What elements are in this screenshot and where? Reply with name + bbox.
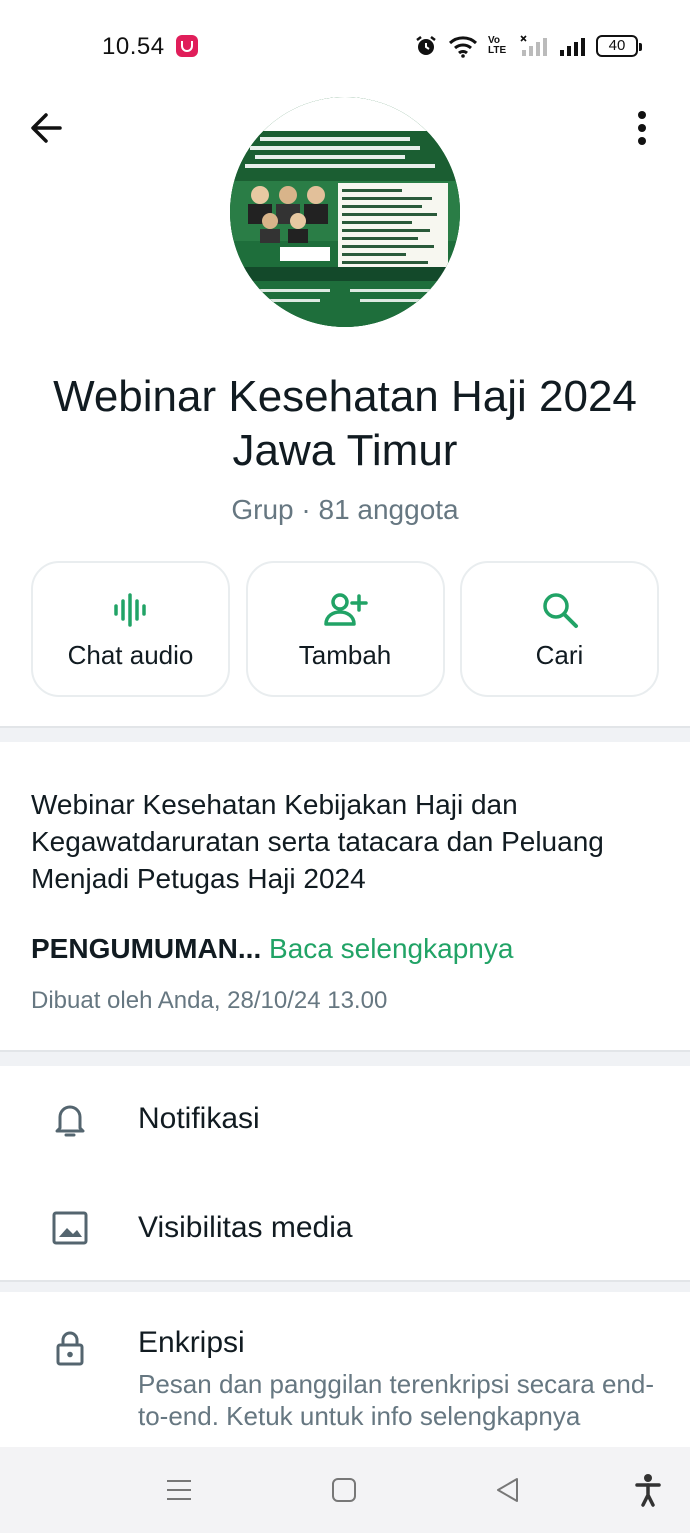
add-member-label: Tambah [298,639,392,670]
search-label: Cari [535,639,584,670]
battery-indicator: 40 [596,35,642,57]
home-icon[interactable] [331,1475,357,1505]
audio-wave-icon [113,592,146,627]
section-divider [0,1280,690,1292]
group-member-count: Grup · 81 anggota [231,494,459,525]
add-member-button[interactable]: Tambah [245,561,445,697]
section-divider [0,726,690,742]
more-options-button[interactable] [620,106,664,150]
encryption-row[interactable]: Enkripsi Pesan dan panggilan terenkripsi… [0,1292,690,1447]
group-title[interactable]: Webinar Kesehatan Haji 2024 Jawa Timur [0,370,690,478]
group-title-line2: Jawa Timur [232,426,458,475]
back-button[interactable] [26,108,66,148]
media-visibility-label: Visibilitas media [138,1211,353,1244]
encryption-description: Pesan dan panggilan terenkripsi secara e… [138,1369,655,1431]
status-icons: Vo LTE 40 [414,32,642,60]
lock-icon [56,1331,84,1366]
action-buttons: Chat audio Tambah Cari [31,561,659,697]
encryption-label: Enkripsi [138,1326,245,1359]
announcement-text: PENGUMUMAN... [31,933,262,964]
audio-chat-label: Chat audio [67,639,194,670]
notification-app-icon [176,35,198,57]
accessibility-icon[interactable] [634,1473,662,1507]
search-button[interactable]: Cari [460,561,659,697]
group-title-line1: Webinar Kesehatan Haji 2024 [53,372,637,421]
system-navigation-bar [0,1447,690,1533]
notifications-row[interactable]: Notifikasi [0,1068,690,1174]
wifi-icon [448,36,478,58]
status-time: 10.54 [102,33,165,60]
menu-icon[interactable] [166,1475,192,1505]
alarm-icon [416,36,436,55]
add-person-icon [324,592,368,626]
created-by-text: Dibuat oleh Anda, 28/10/24 13.00 [31,987,388,1014]
announcement[interactable]: PENGUMUMAN... Baca selengkapnya [31,931,513,967]
section-divider [0,1050,690,1066]
signal-weak-icon [520,35,547,56]
search-icon [542,592,578,628]
more-vertical-icon [638,111,646,145]
audio-chat-button[interactable]: Chat audio [31,561,230,697]
volte-indicator: Vo LTE [488,35,507,56]
notifications-label: Notifikasi [138,1102,260,1135]
read-more-link[interactable]: Baca selengkapnya [269,933,513,964]
image-icon [52,1211,88,1245]
bell-icon [55,1105,85,1137]
media-visibility-row[interactable]: Visibilitas media [0,1176,690,1280]
group-avatar[interactable] [230,97,460,327]
group-description[interactable]: Webinar Kesehatan Kebijakan Haji dan Keg… [31,786,671,897]
back-nav-icon[interactable] [495,1475,521,1505]
status-bar: 10.54 Vo LTE 40 [0,0,690,92]
arrow-left-icon [31,113,62,143]
signal-strong-icon [560,38,585,56]
